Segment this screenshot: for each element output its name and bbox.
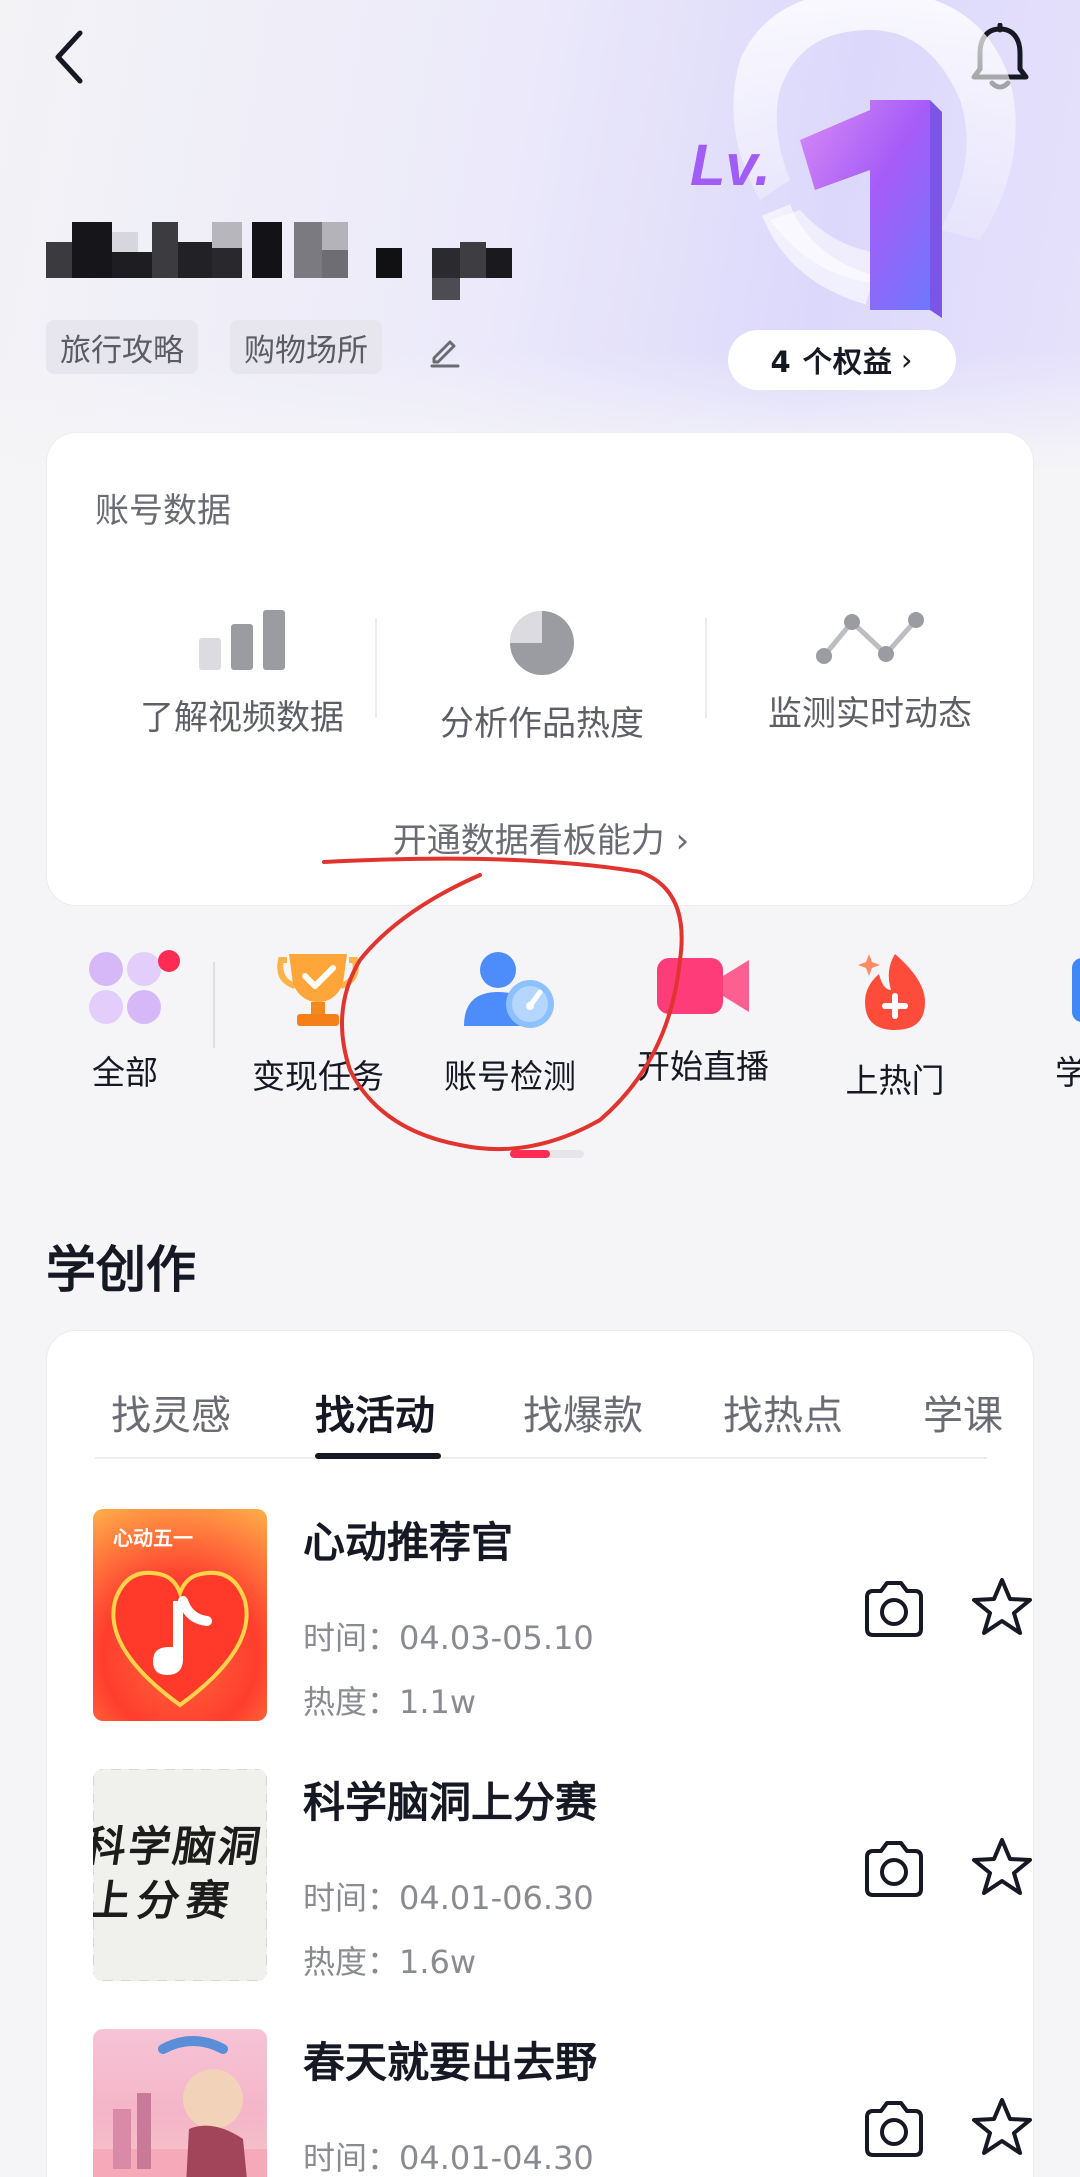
benefits-label: 4 个权益 (770, 345, 893, 379)
shortcut-monetize[interactable]: 变现任务 (223, 950, 413, 1098)
benefits-button[interactable]: 4 个权益 › (728, 330, 956, 390)
shortcut-account-check[interactable]: 账号检测 (415, 950, 605, 1098)
back-button[interactable] (40, 22, 100, 92)
card-title: 账号数据 (95, 491, 231, 531)
video-camera-icon (657, 958, 749, 1014)
activity-thumbnail (93, 2029, 267, 2177)
shortcut-trending[interactable]: 上热门 (800, 950, 990, 1102)
camera-icon (865, 1581, 923, 1637)
active-tab-indicator (315, 1453, 441, 1459)
tab-inspiration[interactable]: 找灵感 (111, 1383, 231, 1441)
back-arrow-icon (55, 30, 83, 84)
activity-time: 时间：04.03-05.10 (303, 1619, 594, 1657)
star-icon (972, 2098, 1032, 2155)
tab-hot-topics[interactable]: 找热点 (723, 1383, 843, 1441)
flame-plus-icon (858, 954, 925, 1030)
scroll-thumb (510, 1150, 550, 1158)
shortcut-all[interactable]: 全部 (30, 950, 220, 1094)
book-icon (1072, 958, 1080, 1022)
open-dashboard-link[interactable]: 开通数据看板能力 › (47, 813, 1035, 862)
shoot-button[interactable] (861, 1837, 927, 1903)
bar-chart-icon (199, 610, 285, 670)
level-badge: Lv. (680, 0, 1040, 320)
learn-card: 找灵感 找活动 找爆款 找热点 学课 心动五一 心动推荐官 时间：04.03-0… (46, 1330, 1034, 2177)
notification-dot (158, 950, 180, 972)
list-item[interactable]: 科学脑洞 上分赛 科学脑洞上分赛 时间：04.01-06.30 热度：1.6w (93, 1769, 1032, 1989)
shoot-button[interactable] (861, 2097, 927, 2163)
svg-text:科学脑洞: 科学脑洞 (93, 1822, 264, 1871)
shortcut-label: 变现任务 (252, 1057, 384, 1096)
activity-title: 科学脑洞上分赛 (303, 1778, 598, 1827)
shortcut-label: 上热门 (845, 1061, 945, 1100)
account-check-icon (464, 952, 554, 1028)
shortcut-label: 开始直播 (637, 1047, 769, 1086)
camera-icon (865, 2101, 923, 2157)
star-icon (972, 1578, 1032, 1635)
line-trend-icon (816, 612, 924, 664)
stat-label: 分析作品热度 (440, 704, 644, 744)
activity-time: 时间：04.01-04.30 (303, 2139, 594, 2177)
activity-heat: 热度：1.1w (303, 1683, 477, 1721)
pie-chart-icon (510, 611, 574, 675)
shortcut-learn[interactable]: 学习 (993, 950, 1080, 1094)
shoot-button[interactable] (861, 1577, 927, 1643)
open-dashboard-label: 开通数据看板能力 (392, 821, 665, 861)
activity-title: 心动推荐官 (303, 1518, 514, 1567)
grid-icon (89, 952, 161, 1024)
tab-activities[interactable]: 找活动 (315, 1383, 435, 1441)
stat-realtime[interactable]: 监测实时动态 (705, 608, 1035, 735)
divider (213, 962, 215, 1048)
shortcut-label: 账号检测 (444, 1057, 576, 1096)
chevron-right-icon: › (900, 343, 914, 377)
svg-text:Lv.: Lv. (690, 133, 771, 198)
camera-icon (865, 1841, 923, 1897)
tab-hits[interactable]: 找爆款 (523, 1383, 643, 1441)
activity-title: 春天就要出去野 (303, 2038, 598, 2087)
list-item[interactable]: 春天就要出去野 时间：04.01-04.30 (93, 2029, 1032, 2177)
activity-thumbnail: 心动五一 (93, 1509, 267, 1721)
list-item[interactable]: 心动五一 心动推荐官 时间：04.03-05.10 热度：1.1w (93, 1509, 1032, 1729)
edit-tags-button[interactable] (424, 330, 464, 370)
shortcut-label: 全部 (92, 1053, 158, 1092)
stat-video-data[interactable]: 了解视频数据 (77, 608, 407, 739)
trophy-icon (277, 954, 359, 1026)
tag-shopping[interactable]: 购物场所 (230, 320, 382, 374)
favorite-button[interactable] (969, 1575, 1035, 1641)
account-data-card: 账号数据 了解视频数据 分析作品热度 监测实时动态 开通数据看板能力 › (46, 432, 1034, 906)
shortcut-scroll-indicator (510, 1150, 584, 1158)
tag-travel[interactable]: 旅行攻略 (46, 320, 198, 374)
stat-label: 了解视频数据 (140, 698, 344, 738)
activity-heat: 热度：1.6w (303, 1943, 477, 1981)
stat-heat[interactable]: 分析作品热度 (377, 608, 707, 745)
star-icon (972, 1838, 1032, 1895)
section-title: 学创作 (46, 1241, 196, 1299)
shortcut-label: 学习 (1055, 1053, 1080, 1092)
username-mosaic (46, 212, 526, 302)
svg-text:上分赛: 上分赛 (93, 1876, 233, 1925)
shortcut-go-live[interactable]: 开始直播 (608, 950, 798, 1088)
learn-tabs: 找灵感 找活动 找爆款 找热点 学课 (95, 1383, 1003, 1459)
favorite-button[interactable] (969, 1835, 1035, 1901)
chevron-right-icon: › (675, 821, 690, 861)
pencil-icon (430, 340, 460, 368)
activity-time: 时间：04.01-06.30 (303, 1879, 594, 1917)
stat-label: 监测实时动态 (768, 694, 972, 734)
svg-text:心动五一: 心动五一 (113, 1526, 193, 1550)
favorite-button[interactable] (969, 2095, 1035, 2161)
tab-courses[interactable]: 学课 (923, 1383, 1003, 1441)
activity-thumbnail: 科学脑洞 上分赛 (93, 1769, 267, 1981)
